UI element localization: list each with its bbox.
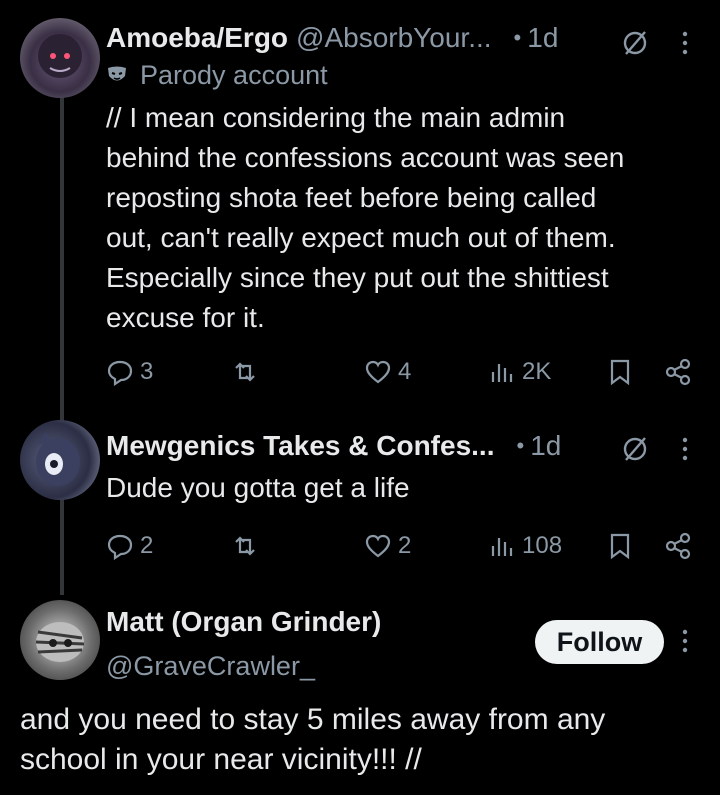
parody-label: Parody account [140,59,328,90]
views-count: 108 [522,532,563,559]
like-button[interactable]: 4 [364,352,411,392]
like-button[interactable]: 2 [364,526,411,566]
display-name[interactable]: Matt (Organ Grinder) [106,606,381,638]
reply-button[interactable]: 3 [106,352,153,392]
handle[interactable]: @AbsorbYour... [296,22,492,54]
repost-icon [235,536,255,556]
separator-dot: • [516,433,525,458]
reply-icon [107,360,133,386]
display-name[interactable]: Mewgenics Takes & Confes... [106,430,495,462]
reply-icon [107,534,133,560]
tweet-text: Dude you gotta get a life [106,472,410,503]
share-button[interactable] [664,352,698,392]
bookmark-button[interactable] [606,526,640,566]
share-icon [665,532,691,560]
reply-count: 3 [140,358,154,385]
repost-button[interactable] [231,352,265,392]
views-button[interactable]: 2K [488,352,551,392]
tweet-actions: 3 4 2K [106,352,706,392]
avatar[interactable] [20,600,100,680]
tweet[interactable]: Mewgenics Takes & Confes... • 1d Dude yo… [106,428,704,508]
like-count: 2 [398,532,412,559]
heart-icon [365,534,391,558]
mask-icon [108,66,126,81]
repost-button[interactable] [231,526,265,566]
follow-button[interactable]: Follow [535,620,664,664]
more-icon[interactable] [678,434,692,464]
bookmark-icon [610,359,630,386]
parody-badge: Parody account [106,58,704,92]
reply-count: 2 [140,532,154,559]
focused-tweet-text: and you need to stay 5 miles away from a… [20,703,606,776]
views-icon [491,538,513,556]
avatar[interactable] [20,18,100,98]
avatar-art-icon [38,34,82,78]
display-name[interactable]: Amoeba/Ergo [106,22,288,54]
avatar-art-icon [35,622,85,662]
grok-icon[interactable] [620,28,650,58]
avatar[interactable] [20,420,100,500]
grok-icon[interactable] [620,434,650,464]
thread-connector-line [60,95,64,595]
more-icon[interactable] [678,626,692,656]
share-button[interactable] [664,526,698,566]
share-icon [665,358,691,386]
bookmark-icon [610,533,630,560]
views-count: 2K [522,358,552,385]
tweet[interactable]: Amoeba/Ergo @AbsorbYour... • 1d Parody a… [106,20,704,338]
repost-icon [235,362,255,382]
bookmark-button[interactable] [606,352,640,392]
views-icon [491,364,513,382]
more-icon[interactable] [678,28,692,58]
tweet-text: // I mean considering the main admin beh… [106,102,625,333]
avatar-art-icon [36,432,80,486]
separator-dot: • [513,25,522,50]
tweet-header: Amoeba/Ergo @AbsorbYour... • 1d [106,20,704,56]
like-count: 4 [398,358,412,385]
timestamp[interactable]: 1d [530,430,561,462]
heart-icon [365,360,391,384]
tweet-header: Mewgenics Takes & Confes... • 1d [106,428,704,464]
handle[interactable]: @GraveCrawler_ [106,651,315,682]
timestamp[interactable]: 1d [527,22,558,54]
tweet-actions: 2 2 108 [106,526,706,566]
thread-view: Amoeba/Ergo @AbsorbYour... • 1d Parody a… [0,0,720,795]
views-button[interactable]: 108 [488,526,562,566]
reply-button[interactable]: 2 [106,526,153,566]
